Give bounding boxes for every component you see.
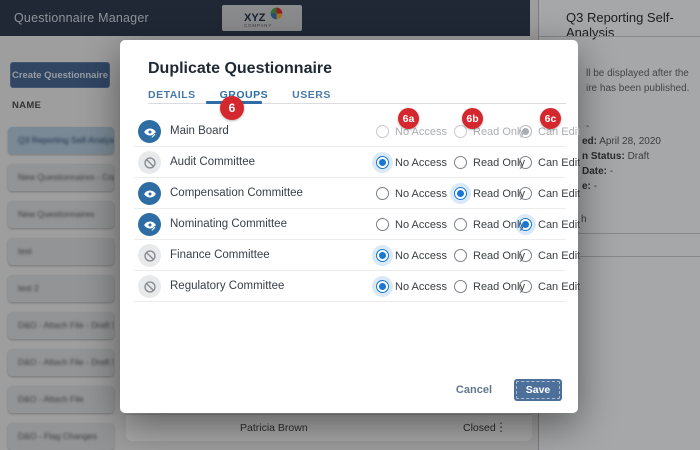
row-divider (134, 301, 566, 302)
view-edit-icon (138, 120, 161, 143)
radio-label: Can Edit (538, 188, 580, 200)
group-name: Compensation Committee (170, 187, 303, 199)
radio-label: Read Only (473, 219, 525, 231)
tab-users[interactable]: USERS (292, 89, 331, 101)
group-row-regulatory: Regulatory Committee No Access Read Only… (120, 271, 578, 302)
view-icon (138, 182, 161, 205)
group-name: Audit Committee (170, 156, 255, 168)
group-row-audit: Audit Committee No Access Read Only Can … (120, 147, 578, 178)
group-name: Nominating Committee (170, 218, 287, 230)
radio-label: Read Only (473, 250, 525, 262)
group-name: Main Board (170, 125, 229, 137)
group-name: Regulatory Committee (170, 280, 284, 292)
duplicate-questionnaire-modal: Duplicate Questionnaire DETAILS GROUPS U… (120, 40, 578, 413)
radio-read-only[interactable] (454, 280, 467, 293)
radio-can-edit[interactable] (519, 156, 532, 169)
group-name: Finance Committee (170, 249, 270, 261)
radio-can-edit[interactable] (519, 218, 532, 231)
radio-label: Read Only (473, 157, 525, 169)
radio-can-edit[interactable] (519, 249, 532, 262)
radio-label: Read Only (473, 188, 525, 200)
no-access-icon (138, 275, 161, 298)
radio-no-access[interactable] (376, 218, 389, 231)
radio-can-edit (519, 125, 532, 138)
no-access-icon (138, 151, 161, 174)
radio-label: No Access (395, 219, 447, 231)
group-row-nominating: Nominating Committee No Access Read Only… (120, 209, 578, 240)
radio-label: Can Edit (538, 281, 580, 293)
radio-label: No Access (395, 281, 447, 293)
annotation-badge-6: 6 (220, 96, 244, 120)
radio-label: Read Only (473, 126, 525, 138)
cancel-button[interactable]: Cancel (456, 384, 492, 396)
radio-no-access[interactable] (376, 249, 389, 262)
radio-read-only[interactable] (454, 249, 467, 262)
radio-no-access[interactable] (376, 187, 389, 200)
tab-details[interactable]: DETAILS (148, 89, 196, 101)
radio-label: Can Edit (538, 157, 580, 169)
annotation-badge-6a: 6a (398, 108, 419, 129)
radio-label: Can Edit (538, 219, 580, 231)
radio-label: Read Only (473, 281, 525, 293)
group-row-compensation: Compensation Committee No Access Read On… (120, 178, 578, 209)
radio-label: No Access (395, 250, 447, 262)
radio-can-edit[interactable] (519, 187, 532, 200)
radio-read-only (454, 125, 467, 138)
radio-no-access[interactable] (376, 280, 389, 293)
annotation-badge-6b: 6b (462, 108, 483, 129)
view-edit-icon (138, 213, 161, 236)
radio-label: Can Edit (538, 250, 580, 262)
annotation-badge-6c: 6c (540, 108, 561, 129)
modal-title: Duplicate Questionnaire (148, 60, 332, 78)
group-row-finance: Finance Committee No Access Read Only Ca… (120, 240, 578, 271)
radio-no-access (376, 125, 389, 138)
app-window: Questionnaire Manager XYZ COMPANY Create… (0, 0, 700, 450)
radio-read-only[interactable] (454, 218, 467, 231)
save-button[interactable]: Save (514, 379, 562, 401)
no-access-icon (138, 244, 161, 267)
radio-label: No Access (395, 157, 447, 169)
modal-footer: Cancel Save (456, 378, 562, 402)
radio-read-only[interactable] (454, 187, 467, 200)
radio-read-only[interactable] (454, 156, 467, 169)
radio-can-edit[interactable] (519, 280, 532, 293)
radio-label: No Access (395, 188, 447, 200)
group-row-main-board: Main Board No Access Read Only Can Edit (120, 116, 578, 147)
radio-no-access[interactable] (376, 156, 389, 169)
